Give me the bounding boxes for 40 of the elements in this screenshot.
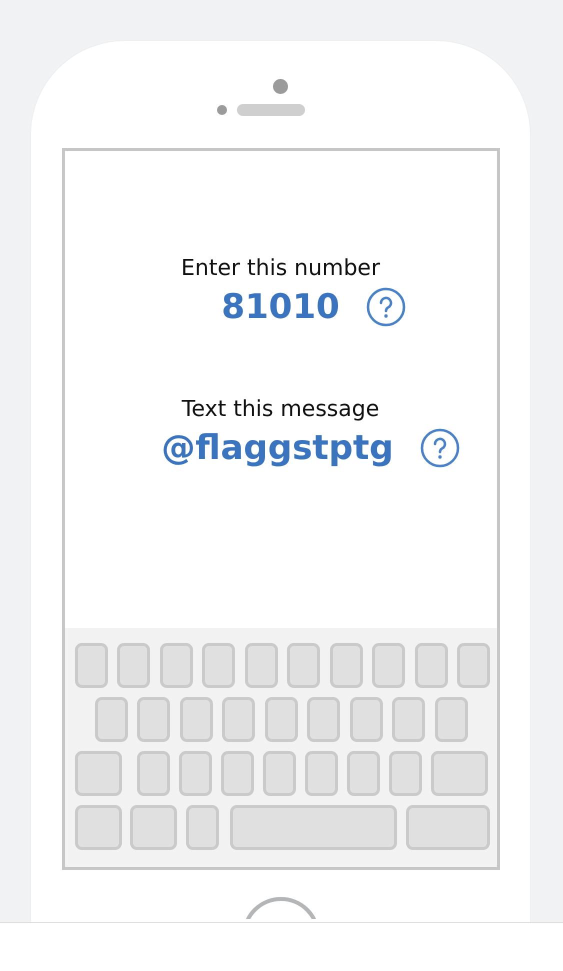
keyboard-key bbox=[304, 751, 338, 796]
keyboard-key bbox=[414, 643, 448, 688]
keyboard-key bbox=[222, 697, 255, 742]
keyboard-key bbox=[372, 643, 405, 688]
speaker-icon bbox=[236, 104, 304, 116]
keyboard-key bbox=[244, 643, 278, 688]
keyboard-key bbox=[74, 805, 122, 850]
sensor-icon bbox=[216, 105, 226, 115]
keyboard-key bbox=[160, 643, 192, 688]
keyboard-key bbox=[180, 697, 212, 742]
instruction-label: Text this message bbox=[182, 397, 380, 422]
keyboard-key bbox=[264, 697, 298, 742]
keyboard-key bbox=[202, 643, 235, 688]
code-value: @flaggstptg bbox=[161, 428, 394, 468]
keyboard-key bbox=[307, 697, 340, 742]
keyboard-key bbox=[94, 697, 128, 742]
keyboard-key bbox=[388, 751, 422, 796]
instruction-label: Enter this number bbox=[180, 256, 380, 281]
keyboard-key bbox=[130, 805, 176, 850]
keyboard-key bbox=[330, 643, 362, 688]
keyboard-key bbox=[262, 751, 296, 796]
keyboard-key bbox=[430, 751, 488, 796]
keyboard-key bbox=[457, 643, 490, 688]
keyboard-key bbox=[346, 751, 380, 796]
keyboard-key bbox=[220, 751, 254, 796]
help-icon[interactable] bbox=[420, 428, 460, 468]
keyboard-key bbox=[74, 643, 108, 688]
keyboard-key bbox=[117, 643, 150, 688]
keyboard-key bbox=[392, 697, 425, 742]
code-value: 81010 bbox=[221, 287, 340, 327]
keyboard-key bbox=[178, 751, 212, 796]
help-icon[interactable] bbox=[366, 287, 406, 327]
camera-icon bbox=[273, 79, 288, 94]
keyboard-key bbox=[137, 697, 170, 742]
keyboard-key bbox=[350, 697, 382, 742]
keyboard-key bbox=[74, 751, 122, 796]
keyboard-key bbox=[186, 805, 218, 850]
keyboard-key bbox=[287, 643, 320, 688]
keyboard-key bbox=[434, 697, 468, 742]
keyboard-key bbox=[136, 751, 170, 796]
